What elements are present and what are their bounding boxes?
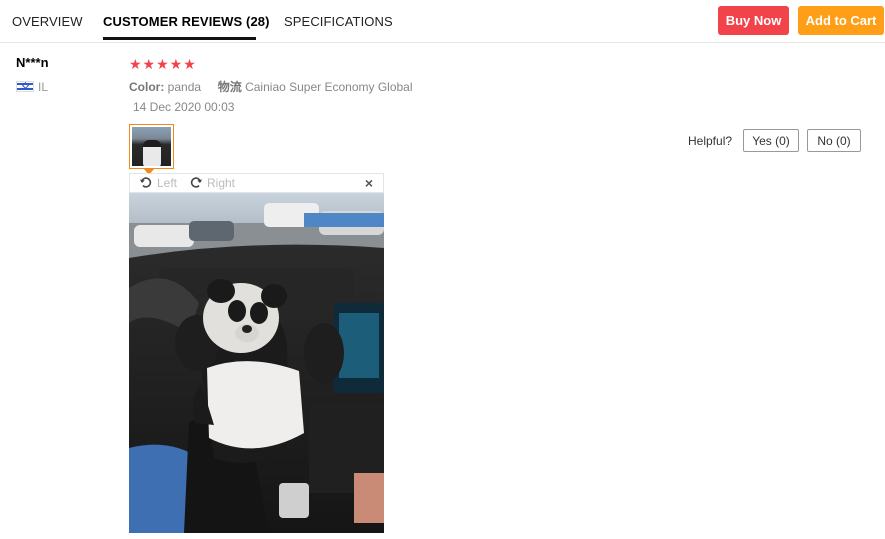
- close-icon[interactable]: ×: [365, 175, 373, 191]
- israel-flag-icon: [16, 81, 34, 92]
- rotate-right-button[interactable]: Right: [189, 176, 235, 190]
- logistics-label: 物流: [217, 80, 242, 94]
- reviewer-country: IL: [38, 80, 49, 94]
- tab-customer-reviews[interactable]: CUSTOMER REVIEWS (28): [103, 14, 270, 29]
- add-to-cart-button[interactable]: Add to Cart: [798, 6, 884, 35]
- color-value: panda: [167, 80, 202, 94]
- rotate-right-label: Right: [207, 176, 236, 190]
- product-tab-bar: OVERVIEW CUSTOMER REVIEWS (28) SPECIFICA…: [0, 0, 885, 43]
- star-rating: ★★★★★: [129, 56, 197, 72]
- helpful-yes-button[interactable]: Yes (0): [743, 129, 799, 152]
- active-tab-indicator: [103, 37, 256, 40]
- rotate-right-icon: [190, 177, 203, 188]
- reviewer-name: N***n: [16, 55, 49, 70]
- review-attributes: Color: panda 物流 Cainiao Super Economy Gl…: [129, 78, 413, 95]
- review-photo-thumbnail[interactable]: [129, 124, 174, 169]
- tab-specifications[interactable]: SPECIFICATIONS: [284, 14, 393, 29]
- photo-viewer-toolbar: Left Right ×: [129, 173, 384, 193]
- helpful-label: Helpful?: [688, 134, 733, 148]
- tab-overview[interactable]: OVERVIEW: [12, 14, 83, 29]
- color-label: Color:: [129, 80, 165, 94]
- rotate-left-label: Left: [157, 176, 178, 190]
- helpful-no-button[interactable]: No (0): [807, 129, 861, 152]
- logistics-value: Cainiao Super Economy Global: [245, 80, 413, 94]
- review-photo: [129, 193, 384, 533]
- buy-now-button[interactable]: Buy Now: [718, 6, 789, 35]
- rotate-left-button[interactable]: Left: [139, 176, 177, 190]
- rotate-left-icon: [139, 177, 152, 188]
- review-date: 14 Dec 2020 00:03: [133, 100, 235, 114]
